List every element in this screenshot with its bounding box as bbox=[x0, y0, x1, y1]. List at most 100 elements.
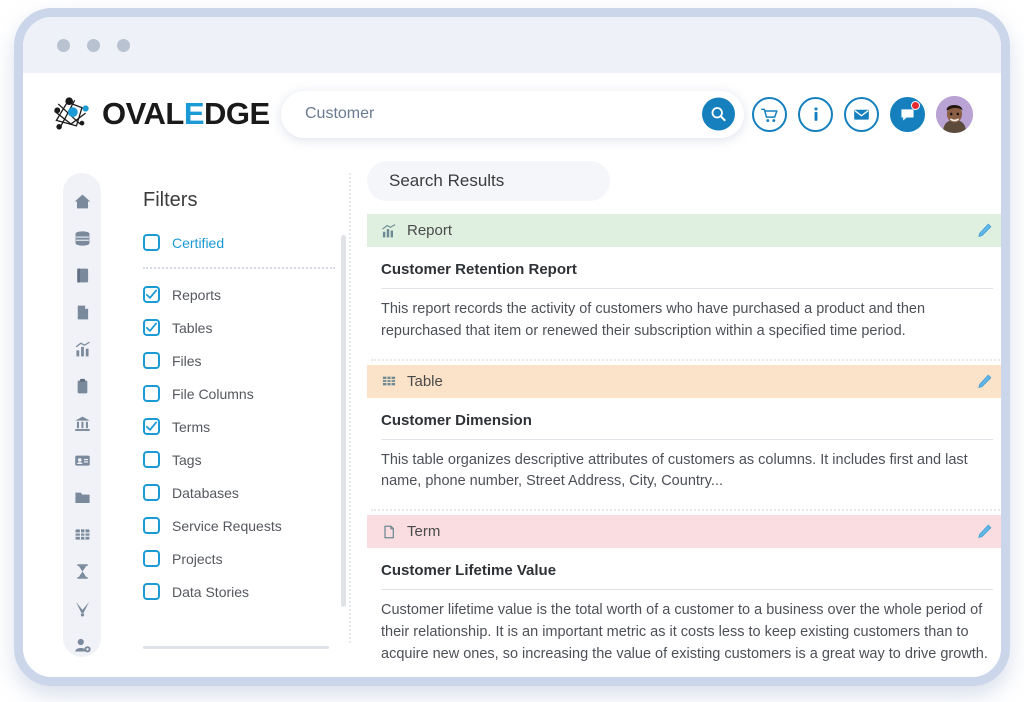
filters-divider bbox=[143, 267, 335, 269]
grid-icon bbox=[73, 525, 92, 544]
result-description-report: This report records the activity of cust… bbox=[367, 289, 1007, 355]
window-titlebar bbox=[23, 17, 1001, 73]
filter-certified[interactable]: Certified bbox=[143, 226, 349, 259]
sidebar-item-jobs[interactable] bbox=[69, 559, 95, 583]
filter-label-tags: Tags bbox=[172, 452, 202, 468]
logo-text-secondary: DGE bbox=[204, 96, 270, 131]
checkbox-tags[interactable] bbox=[143, 451, 160, 468]
sidebar-item-folder[interactable] bbox=[69, 485, 95, 509]
result-card-term: Term Customer Lifetime Value Customer li… bbox=[367, 515, 1007, 677]
result-card-header-table: Table bbox=[367, 365, 1007, 398]
search-icon bbox=[710, 106, 727, 123]
checkbox-databases[interactable] bbox=[143, 484, 160, 501]
result-card-table: Table Customer Dimension This table orga… bbox=[367, 365, 1007, 512]
sidebar-item-files[interactable] bbox=[69, 300, 95, 324]
filter-reports[interactable]: Reports bbox=[143, 278, 349, 311]
result-card-type-report: Report bbox=[407, 222, 452, 239]
cart-icon[interactable] bbox=[752, 97, 787, 132]
filters-scrollbar[interactable] bbox=[341, 235, 346, 607]
sidebar-item-catalog[interactable] bbox=[69, 263, 95, 287]
filter-label-tables: Tables bbox=[172, 320, 212, 336]
result-title-report[interactable]: Customer Retention Report bbox=[367, 247, 1007, 288]
filter-databases[interactable]: Databases bbox=[143, 476, 349, 509]
search-results-heading[interactable]: Search Results bbox=[367, 161, 610, 201]
check-icon bbox=[145, 420, 158, 433]
logo-wordmark: OVALEDGE bbox=[102, 96, 270, 132]
avatar[interactable] bbox=[936, 96, 973, 133]
filter-label-reports: Reports bbox=[172, 287, 221, 303]
edit-term-button[interactable] bbox=[976, 523, 993, 540]
checkbox-tables[interactable] bbox=[143, 319, 160, 336]
term-document-icon bbox=[381, 524, 397, 540]
header-actions bbox=[752, 96, 981, 133]
filter-projects[interactable]: Projects bbox=[143, 542, 349, 575]
sidebar-item-clipboard[interactable] bbox=[69, 374, 95, 398]
user-settings-icon bbox=[73, 636, 92, 655]
filter-label-certified: Certified bbox=[172, 235, 224, 251]
check-icon bbox=[145, 321, 158, 334]
filter-tags[interactable]: Tags bbox=[143, 443, 349, 476]
filter-data-stories[interactable]: Data Stories bbox=[143, 575, 349, 608]
ovaledge-network-logo-icon bbox=[49, 93, 93, 135]
sidebar-item-databases[interactable] bbox=[69, 226, 95, 250]
check-icon bbox=[145, 288, 158, 301]
mail-icon[interactable] bbox=[844, 97, 879, 132]
checkbox-terms[interactable] bbox=[143, 418, 160, 435]
notifications-icon[interactable] bbox=[890, 97, 925, 132]
sidebar-item-tools[interactable] bbox=[69, 596, 95, 620]
user-photo-icon bbox=[936, 96, 973, 133]
app-logo[interactable]: OVALEDGE bbox=[49, 93, 281, 135]
chart-bar-icon bbox=[381, 223, 397, 239]
search-button[interactable] bbox=[702, 98, 735, 131]
checkbox-reports[interactable] bbox=[143, 286, 160, 303]
checkbox-file-columns[interactable] bbox=[143, 385, 160, 402]
filter-files[interactable]: Files bbox=[143, 344, 349, 377]
clipboard-icon bbox=[73, 377, 92, 396]
filter-service-requests[interactable]: Service Requests bbox=[143, 509, 349, 542]
filter-label-projects: Projects bbox=[172, 551, 223, 567]
checkbox-certified[interactable] bbox=[143, 234, 160, 251]
id-card-icon bbox=[73, 451, 92, 470]
sidebar-item-governance[interactable] bbox=[69, 411, 95, 435]
checkbox-data-stories[interactable] bbox=[143, 583, 160, 600]
logo-text-accent: E bbox=[184, 96, 204, 131]
app-body: Filters Certified Reports Table bbox=[23, 155, 1001, 686]
info-icon[interactable] bbox=[798, 97, 833, 132]
window-dot-3[interactable] bbox=[117, 39, 130, 52]
filters-panel: Filters Certified Reports Table bbox=[127, 173, 349, 657]
edit-table-button[interactable] bbox=[976, 373, 993, 390]
cart-glyph-icon bbox=[760, 105, 779, 124]
window-dot-2[interactable] bbox=[87, 39, 100, 52]
checkbox-files[interactable] bbox=[143, 352, 160, 369]
search-bar bbox=[281, 91, 744, 138]
tools-icon bbox=[73, 599, 92, 618]
edit-report-button[interactable] bbox=[976, 222, 993, 239]
result-title-table[interactable]: Customer Dimension bbox=[367, 398, 1007, 439]
envelope-glyph-icon bbox=[852, 105, 871, 124]
result-title-term[interactable]: Customer Lifetime Value bbox=[367, 548, 1007, 589]
filter-terms[interactable]: Terms bbox=[143, 410, 349, 443]
sidebar-item-idcard[interactable] bbox=[69, 448, 95, 472]
sidebar-item-grid[interactable] bbox=[69, 522, 95, 546]
result-separator-2 bbox=[371, 509, 1003, 511]
pencil-icon bbox=[976, 222, 993, 239]
sidebar-item-user-settings[interactable] bbox=[69, 633, 95, 657]
checkbox-projects[interactable] bbox=[143, 550, 160, 567]
result-description-term: Customer lifetime value is the total wor… bbox=[367, 590, 1007, 677]
sidebar-item-reports[interactable] bbox=[69, 337, 95, 361]
result-card-header-term: Term bbox=[367, 515, 1007, 548]
notification-badge bbox=[911, 101, 920, 110]
window-dot-1[interactable] bbox=[57, 39, 70, 52]
filter-label-data-stories: Data Stories bbox=[172, 584, 249, 600]
filter-label-service-requests: Service Requests bbox=[172, 518, 282, 534]
sidebar-item-home[interactable] bbox=[69, 189, 95, 213]
result-separator-1 bbox=[371, 359, 1003, 361]
book-icon bbox=[73, 266, 92, 285]
search-input[interactable] bbox=[305, 105, 690, 123]
filter-label-files: Files bbox=[172, 353, 202, 369]
logo-text-primary: OVAL bbox=[102, 96, 184, 131]
checkbox-service-requests[interactable] bbox=[143, 517, 160, 534]
table-grid-icon bbox=[381, 373, 397, 389]
filter-tables[interactable]: Tables bbox=[143, 311, 349, 344]
filter-file-columns[interactable]: File Columns bbox=[143, 377, 349, 410]
